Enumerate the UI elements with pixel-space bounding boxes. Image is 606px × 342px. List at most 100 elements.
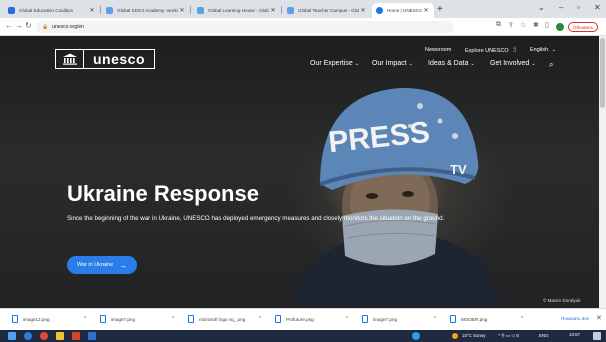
tab-title: Global Teacher Campus - Global: [298, 8, 359, 13]
chevron-up-icon[interactable]: ^: [434, 316, 436, 322]
clock[interactable]: 10:57: [569, 332, 580, 337]
helmet-tv-text: TV: [450, 162, 467, 177]
chevron-up-icon[interactable]: ^: [172, 316, 174, 322]
language-label: English: [530, 47, 549, 53]
word-icon[interactable]: [88, 332, 96, 340]
notifications-icon[interactable]: [593, 332, 601, 340]
chevron-up-icon[interactable]: ^: [521, 316, 523, 322]
language-selector[interactable]: English ⌄: [530, 47, 556, 53]
weather-text[interactable]: 10°C Sunny: [462, 333, 485, 338]
close-tab-icon[interactable]: ✕: [359, 7, 367, 14]
download-item[interactable]: image12.png: [12, 315, 50, 323]
tab-separator: [281, 6, 282, 14]
telegram-icon[interactable]: [412, 332, 420, 340]
maximize-icon[interactable]: ▫: [577, 3, 580, 12]
download-filename: MOOER.png: [461, 316, 488, 322]
nav-label: Ideas & Data: [428, 60, 469, 67]
unesco-logo[interactable]: unesco: [55, 49, 155, 69]
chrome-icon[interactable]: [40, 332, 48, 340]
input-language[interactable]: ENG: [539, 333, 549, 338]
close-tab-icon[interactable]: ✕: [178, 7, 186, 14]
tab-favicon-icon: [287, 7, 294, 14]
download-item[interactable]: Profuture.png: [275, 315, 314, 323]
update-button[interactable]: Обновить: [568, 22, 599, 32]
image-file-icon: [275, 315, 281, 323]
nav-get-involved[interactable]: Get Involved ⌄: [490, 60, 536, 67]
browser-tab[interactable]: Global SDG4 Academy -working ✕: [102, 3, 190, 18]
download-filename: image12.png: [23, 316, 50, 322]
translate-icon[interactable]: ⧉: [496, 21, 501, 29]
nav-our-impact[interactable]: Our Impact ⌄: [372, 60, 413, 67]
chevron-up-icon[interactable]: ^: [346, 316, 348, 322]
tab-title: Home | UNESCO: [387, 8, 422, 13]
chevron-up-icon[interactable]: ^: [84, 316, 86, 322]
close-shelf-icon[interactable]: ✕: [596, 314, 602, 322]
close-tab-icon[interactable]: ✕: [422, 7, 430, 14]
tab-title: Global Education Coalition: [19, 8, 74, 13]
tab-search-icon[interactable]: ⌄: [538, 3, 545, 12]
forward-icon[interactable]: →: [15, 21, 23, 30]
nav-ideas-data[interactable]: Ideas & Data ⌄: [428, 60, 475, 67]
tab-title: Global Learning House - Global: [208, 8, 269, 13]
download-item[interactable]: image7.png: [100, 315, 135, 323]
browser-toolbar: ← → ↻ 🔒 unesco.org/en ⧉ ⇪ ☆ ✱ ▯ Обновить: [0, 18, 606, 36]
image-file-icon: [362, 315, 368, 323]
tab-favicon-icon: [197, 7, 204, 14]
share-icon[interactable]: ⇪: [508, 21, 514, 29]
download-filename: Profuture.png: [286, 316, 314, 322]
minimize-icon[interactable]: –: [559, 3, 563, 12]
address-bar[interactable]: 🔒 unesco.org/en: [36, 21, 454, 33]
browser-tab[interactable]: Global Education Coalition ✕: [4, 3, 100, 18]
sidepanel-icon[interactable]: ▯: [545, 21, 549, 29]
reload-icon[interactable]: ↻: [25, 21, 32, 30]
search-icon[interactable]: ⌕: [549, 60, 553, 70]
back-icon[interactable]: ←: [5, 21, 13, 30]
grid-menu-icon: ⦙⦙: [513, 47, 517, 54]
hero-photo: PRESS TV: [290, 87, 500, 306]
newsroom-link[interactable]: Newsroom: [425, 47, 451, 53]
close-window-icon[interactable]: ✕: [594, 3, 601, 12]
tab-title: Global SDG4 Academy -working: [117, 8, 178, 13]
browser-tab-active[interactable]: Home | UNESCO ✕: [372, 3, 434, 18]
page-viewport: PRESS TV unesco Newsroom Explore UNESCO …: [0, 36, 606, 308]
nav-label: Get Involved: [490, 60, 530, 67]
image-file-icon: [188, 315, 194, 323]
chevron-up-icon[interactable]: ^: [259, 316, 261, 322]
scrollbar-thumb[interactable]: [600, 38, 605, 108]
download-item[interactable]: microsoft logo vq_.png: [188, 315, 245, 323]
temple-icon: [56, 50, 84, 68]
image-file-icon: [100, 315, 106, 323]
download-item[interactable]: MOOER.png: [450, 315, 487, 323]
show-all-downloads-link[interactable]: Показать все: [561, 316, 589, 321]
chevron-down-icon: ⌄: [551, 47, 556, 53]
page-scrollbar[interactable]: [599, 36, 606, 308]
tab-favicon-icon: [8, 7, 15, 14]
explore-unesco-link[interactable]: Explore UNESCO ⦙⦙: [465, 47, 516, 55]
close-tab-icon[interactable]: ✕: [269, 7, 277, 14]
photo-credit: © Maxim Dondyuk: [543, 298, 581, 303]
nav-label: Our Impact: [372, 60, 407, 67]
search-icon[interactable]: [24, 332, 32, 340]
chevron-down-icon: ⌄: [531, 61, 536, 67]
extensions-icon[interactable]: ✱: [533, 21, 539, 29]
download-item[interactable]: image7.png: [362, 315, 397, 323]
tab-favicon-icon: [106, 7, 113, 14]
close-tab-icon[interactable]: ✕: [88, 7, 96, 14]
file-explorer-icon[interactable]: [56, 332, 64, 340]
powerpoint-icon[interactable]: [72, 332, 80, 340]
download-filename: image7.png: [373, 316, 398, 322]
browser-tab[interactable]: Global Teacher Campus - Global ✕: [283, 3, 371, 18]
nav-our-expertise[interactable]: Our Expertise ⌄: [310, 60, 359, 67]
browser-tab[interactable]: Global Learning House - Global ✕: [193, 3, 281, 18]
war-in-ukraine-button[interactable]: War in Ukraine →: [67, 256, 138, 274]
url-text: unesco.org/en: [52, 24, 84, 30]
start-icon[interactable]: [8, 332, 16, 340]
hero-title: Ukraine Response: [67, 181, 259, 206]
tray-icons[interactable]: ^ ⚲ ▭ ◁ ⊙: [498, 333, 519, 339]
chevron-down-icon: ⌄: [408, 61, 413, 67]
bookmark-star-icon[interactable]: ☆: [520, 21, 526, 29]
logo-wordmark: unesco: [92, 51, 145, 67]
new-tab-icon[interactable]: +: [437, 4, 443, 15]
profile-avatar[interactable]: [556, 23, 564, 31]
lock-icon: 🔒: [42, 24, 49, 30]
